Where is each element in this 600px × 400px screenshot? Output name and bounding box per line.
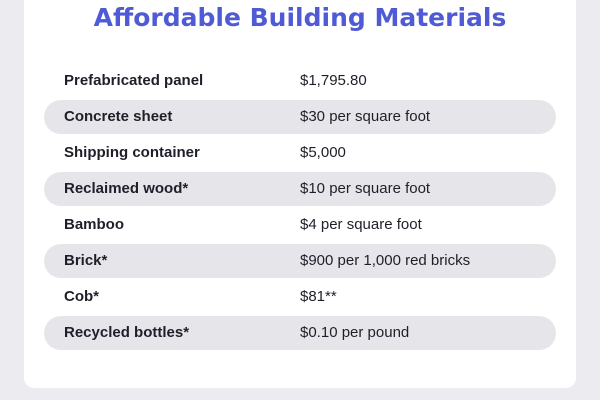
material-name: Recycled bottles*	[64, 324, 190, 341]
material-price: $10 per square foot	[300, 180, 431, 197]
table-row: Prefabricated panel $1,795.80	[44, 64, 556, 98]
material-name: Shipping container	[64, 144, 200, 161]
page-title: Affordable Building Materials	[93, 3, 507, 32]
table-row: Brick* $900 per 1,000 red bricks	[44, 244, 556, 278]
table-row: Reclaimed wood* $10 per square foot	[44, 172, 556, 206]
material-price: $5,000	[300, 144, 346, 161]
material-price: $900 per 1,000 red bricks	[300, 252, 471, 269]
materials-card: Affordable Building Materials Prefabrica…	[24, 0, 576, 388]
table-row: Concrete sheet $30 per square foot	[44, 100, 556, 134]
material-price: $0.10 per pound	[300, 324, 410, 341]
table-row: Shipping container $5,000	[44, 136, 556, 170]
material-price: $81**	[300, 288, 337, 305]
material-price: $4 per square foot	[300, 216, 422, 233]
material-name: Prefabricated panel	[64, 72, 204, 89]
material-name: Cob*	[64, 288, 99, 305]
materials-table: Prefabricated panel $1,795.80 Concrete s…	[44, 64, 556, 352]
material-name: Reclaimed wood*	[64, 180, 189, 197]
material-name: Bamboo	[64, 216, 124, 233]
table-row: Bamboo $4 per square foot	[44, 208, 556, 242]
material-name: Concrete sheet	[64, 108, 173, 125]
material-name: Brick*	[64, 252, 108, 269]
table-row: Recycled bottles* $0.10 per pound	[44, 316, 556, 350]
material-price: $1,795.80	[300, 72, 367, 89]
material-price: $30 per square foot	[300, 108, 431, 125]
table-row: Cob* $81**	[44, 280, 556, 314]
